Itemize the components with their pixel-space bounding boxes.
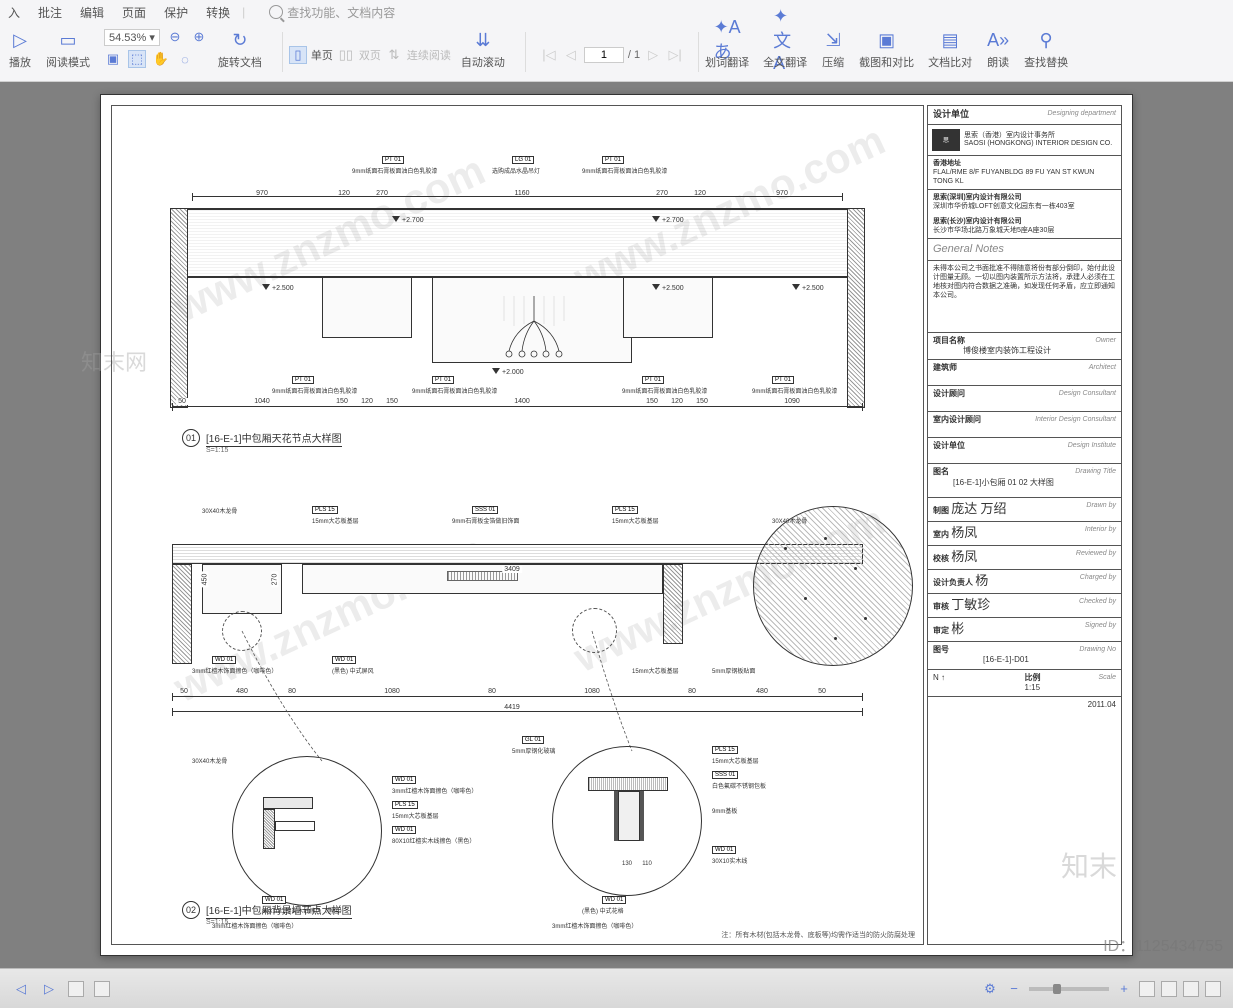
sb-zoom-out-icon[interactable]: − [1005,980,1023,998]
play-button[interactable]: ▷ 播放 [8,28,32,70]
compare-icon: ▣ [875,28,899,52]
company-logo: 思 [932,129,960,151]
figure-1-ceiling: 970 120 270 1160 270 120 970 +2.700 +2.7… [152,136,883,416]
pdf-page: www.znzmo.com www.znzmo.com www.znzmo.co… [100,94,1133,956]
sb-settings-icon[interactable]: ⚙ [981,980,999,998]
menu-annotate[interactable]: 批注 [38,4,62,21]
continuous-button[interactable]: ⇅ [385,46,403,64]
id-tag: ID：1125434755 [1103,932,1223,956]
auto-scroll-button[interactable]: ⇊ 自动滚动 [461,28,505,70]
page-total: / 1 [628,49,640,61]
menu-separator: | [242,5,245,19]
nav-next-icon[interactable]: ▷ [40,980,58,998]
figure-2-title: 02[16-E-1]中包厢背景墙节点大样图 S=1:15 [182,901,352,926]
word-trans-button[interactable]: ✦Aあ 划词翻译 [705,28,749,70]
sb-layout-2-icon[interactable] [1161,981,1177,997]
drawing-area: 970 120 270 1160 270 120 970 +2.700 +2.7… [111,105,924,945]
toolbar-separator [282,32,283,72]
next-page-icon[interactable]: ▷ [644,46,662,64]
translate-icon: ✦Aあ [715,28,739,52]
chandelier-icon [494,296,574,366]
page-input[interactable] [584,47,624,63]
sb-layout-3-icon[interactable] [1183,981,1199,997]
zoom-slider[interactable] [1029,987,1109,991]
play-icon: ▷ [8,28,32,52]
prev-page-icon[interactable]: ◁ [562,46,580,64]
zoom-out-icon[interactable]: ⊖ [166,28,184,46]
wall-header [302,564,663,594]
sb-fullscreen-icon[interactable] [1205,981,1221,997]
dual-page-button[interactable]: ▯▯ [337,46,355,64]
speaker-icon: A» [986,28,1010,52]
menu-protect[interactable]: 保护 [164,4,188,21]
doc-compare-icon: ▤ [938,28,962,52]
figure-1-title: 01[16-E-1]中包厢天花节点大样图 S=1:15 [182,429,342,454]
detail-a [232,756,382,906]
single-page-button[interactable]: ▯ [289,46,307,64]
scroll-icon: ⇊ [471,28,495,52]
menu-convert[interactable]: 转换 [206,4,230,21]
search-icon [269,5,283,19]
full-trans-button[interactable]: ✦文A 全文翻译 [763,28,807,70]
book-icon: ▭ [56,28,80,52]
screenshot-compare-button[interactable]: ▣ 截图和对比 [859,28,914,70]
ceiling-drop-1 [322,278,412,338]
menu-insert[interactable]: 入 [8,4,20,21]
compress-button[interactable]: ⇲ 压缩 [821,28,845,70]
view-mode-1-icon[interactable] [68,981,84,997]
wall-left [170,208,188,408]
last-page-icon[interactable]: ▷| [666,46,684,64]
menu-edit[interactable]: 编辑 [80,4,104,21]
title-block: 设计单位Designing department 思 思索（香港）室内设计事务所… [927,105,1122,945]
find-icon: ⚲ [1034,28,1058,52]
fit-width-icon[interactable]: ▣ [104,50,122,68]
search-placeholder: 查找功能、文档内容 [287,4,395,21]
read-mode-button[interactable]: ▭ 阅读模式 [46,28,90,70]
search-box[interactable]: 查找功能、文档内容 [269,4,395,21]
zoom-select[interactable]: 54.53% ▾ [104,29,160,46]
marquee-icon[interactable]: ◌ [176,50,194,68]
find-replace-button[interactable]: ⚲ 查找替换 [1024,28,1068,70]
ceiling-slab [188,208,847,278]
view-mode-2-icon[interactable] [94,981,110,997]
first-page-icon[interactable]: |◁ [540,46,558,64]
read-aloud-button[interactable]: A» 朗读 [986,28,1010,70]
statusbar: ◁ ▷ ⚙ − + [0,968,1233,1008]
doc-compare-button[interactable]: ▤ 文档比对 [928,28,972,70]
menu-page[interactable]: 页面 [122,4,146,21]
nav-prev-icon[interactable]: ◁ [12,980,30,998]
hand-tool-icon[interactable]: ✋ [152,50,170,68]
detail-circles: 30X40木龙骨 WD 01 3mm红檀木饰面擦色（咖啡色） PLS 15 15… [232,746,812,926]
figure-2-wall: 30X40木龙骨 PLS 15 15mm大芯板基层 SSS 01 9mm石膏板金… [152,466,883,766]
wall-right [847,208,865,408]
zoom-in-icon[interactable]: ⊕ [190,28,208,46]
sb-zoom-in-icon[interactable]: + [1115,980,1133,998]
sb-layout-1-icon[interactable] [1139,981,1155,997]
footnote: 注：所有木材(包括木龙骨、底板等)均需作适当的防火防腐处理 [721,930,915,940]
rotate-icon: ↻ [228,28,252,52]
detail-b [552,746,702,896]
full-translate-icon: ✦文A [773,28,797,52]
rotate-button[interactable]: ↻ 旋转文档 [218,28,262,70]
select-tool-icon[interactable]: ⬚ [128,50,146,68]
document-viewport[interactable]: www.znzmo.com www.znzmo.com www.znzmo.co… [0,82,1233,968]
compress-icon: ⇲ [821,28,845,52]
